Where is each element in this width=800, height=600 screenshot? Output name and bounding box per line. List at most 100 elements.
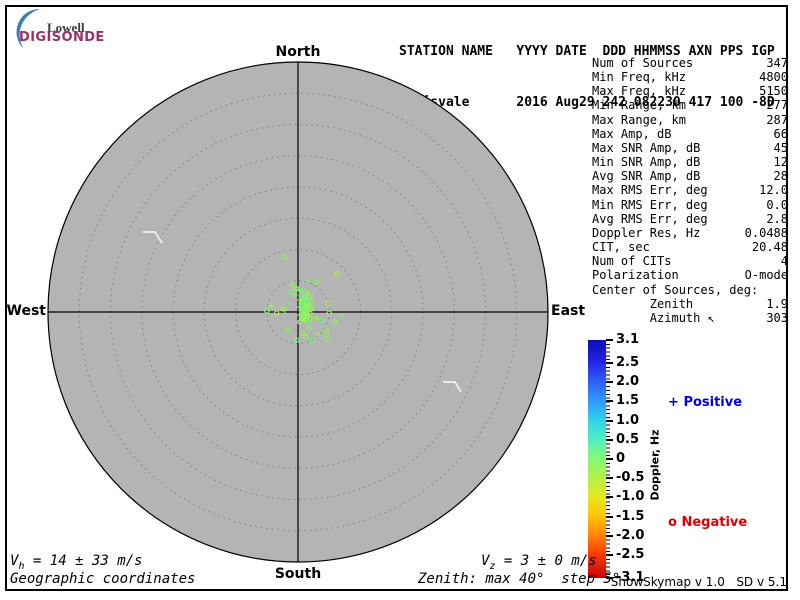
colorbar-tick [606,477,613,480]
colorbar-tick [606,381,613,384]
stat-label: Min SNR Amp, dB [592,155,701,170]
stat-row: Max Amp, dB 66 [592,127,788,141]
horizontal-velocity-readout: Vh = 14 ± 33 m/s [10,553,142,572]
zenith-range-label: Zenith: max 40° step 5° [418,571,621,587]
stat-label: Min RMS Err, deg [592,197,708,212]
stat-row: Num of CITs 4 [592,254,788,268]
stat-value: 303 [766,310,788,325]
colorbar-tick [606,419,613,422]
colorbar-tick-label: 0.5 [616,431,640,447]
stat-label: Avg SNR Amp, dB [592,169,701,184]
stat-label: CIT, sec [592,240,650,255]
stat-label: Min Freq, kHz [592,70,686,85]
stat-row: Polarization O-mode [592,268,788,282]
source-point-cluster [298,303,304,309]
stat-row: CIT, sec 20.48 [592,240,788,254]
colorbar-tick-label: 1.0 [616,412,640,428]
vh-value: = 14 ± 33 m/s [32,553,143,569]
colorbar-tick-label: -1.0 [616,489,645,505]
colorbar-tick [606,362,613,365]
stat-value: 1.9 [766,296,788,311]
stat-value: 287 [766,112,788,127]
version-label: ShowSkymap v 1.0 SD v 5.1 [610,575,787,589]
stat-value: 5150 [759,84,788,99]
stats-panel: Num of Sources 347 Min Freq, kHz 4800 Ma… [592,56,788,325]
stat-row: Max SNR Amp, dB 45 [592,141,788,155]
colorbar-tick [606,496,613,499]
stat-row: Min RMS Err, deg 0.0 [592,198,788,212]
compass-label-south: South [274,566,322,582]
stat-label: Num of Sources [592,56,694,70]
stat-label: Num of CITs [592,254,672,269]
colorbar-tick [606,438,613,441]
colorbar-axis-title: Doppler, Hz [648,429,662,501]
stat-row: Max Freq, kHz 5150 [592,84,788,98]
stat-row: Min SNR Amp, dB 12 [592,155,788,169]
doppler-colorbar: 3.1 2.5 2.0 1.5 1.0 0.5 0 -0.5 -1.0 -1.5 -2.0 -2.5-… [588,332,648,585]
stat-row: Doppler Res, Hz 0.0488 [592,226,788,240]
stat-value: 2.8 [766,211,788,226]
coordinates-mode-label: Geographic coordinates [10,571,196,587]
colorbar-tick [606,400,613,403]
colorbar-tick-label: 2.0 [616,374,640,390]
circle-marker-icon: o [668,515,677,530]
colorbar-tick [606,458,613,460]
stat-label: Max Freq, kHz [592,84,686,99]
vertical-velocity-readout: Vz = 3 ± 0 m/s [481,553,597,572]
colorbar-tick-label: 2.5 [616,355,640,371]
stat-row: Max Range, km 287 [592,113,788,127]
stat-value: 12.0 [759,183,788,198]
colorbar-tick [606,339,613,341]
colorbar-tick [606,515,613,518]
legend-negative: o Negative [668,515,747,530]
stat-value: 277 [766,98,788,113]
stat-label: Zenith [592,296,694,311]
stat-value: O-mode [744,268,788,283]
stat-value: 0.0488 [744,225,788,240]
stat-label: Doppler Res, Hz [592,225,701,240]
stat-row: Min Freq, kHz 4800 [592,70,788,84]
stat-value: 347 [766,56,788,70]
stat-label: Center of Sources, deg: [592,282,759,297]
stat-label: Max Range, km [592,112,686,127]
stat-value: 28 [773,169,788,184]
stat-label: Max SNR Amp, dB [592,140,701,155]
plus-marker-icon: + [668,395,679,410]
stat-row: Num of Sources 347 [592,56,788,70]
compass-label-north: North [275,44,321,60]
compass-label-west: West [6,303,46,319]
compass-label-east: East [551,303,586,319]
colorbar-gradient [588,340,606,578]
stat-value: 20.48 [751,240,788,255]
stat-row: Zenith 1.9 [592,297,788,311]
stat-value: 66 [773,126,788,141]
colorbar-tick-label: -2.5 [616,546,645,562]
stat-row: Azimuth ↖ 303 [592,311,788,325]
colorbar-tick-label: -0.5 [616,470,645,486]
stat-row: Avg SNR Amp, dB 28 [592,169,788,183]
stat-row: Min Range, km 277 [592,98,788,112]
colorbar-tick-label: -1.5 [616,508,645,524]
stat-label: Avg RMS Err, deg [592,211,708,226]
colorbar-tick [606,553,613,556]
source-point-cluster [301,314,307,320]
stat-value: 45 [773,140,788,155]
stat-row: Avg RMS Err, deg 2.8 [592,212,788,226]
stat-row: Max RMS Err, deg 12.0 [592,183,788,197]
stat-label: Max RMS Err, deg [592,183,708,198]
stat-value: 0.0 [766,197,788,212]
colorbar-tick-label: 3.1 [616,332,640,347]
legend-negative-label: Negative [681,515,748,530]
stat-label: Azimuth ↖ [592,310,715,325]
stat-value: 12 [773,155,788,170]
colorbar-tick-label: 0 [616,451,626,466]
vz-value: = 3 ± 0 m/s [503,553,597,569]
stat-label: Min Range, km [592,98,686,113]
legend-positive-label: Positive [683,395,743,410]
colorbar-tick-label: 1.5 [616,393,640,409]
stat-value: 4800 [759,70,788,85]
colorbar-tick-label: -2.0 [616,527,645,543]
colorbar-tick [606,534,613,537]
stat-label: Max Amp, dB [592,126,672,141]
legend-positive: + Positive [668,395,742,410]
